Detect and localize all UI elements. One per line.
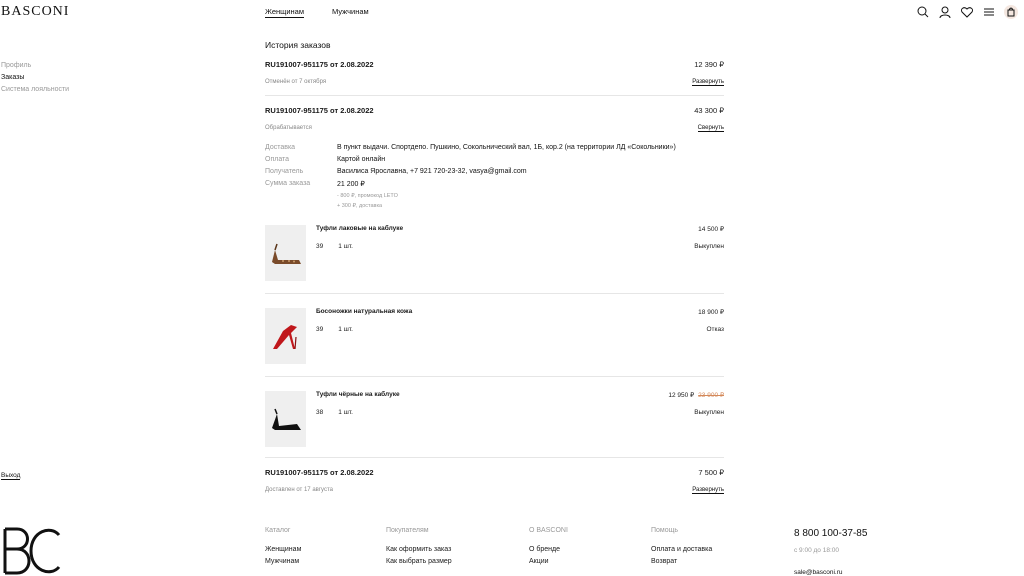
item-state: Выкуплен (694, 243, 724, 250)
item-qty: 1 шт. (338, 326, 353, 333)
brand-monogram-icon (1, 527, 63, 576)
nav-women[interactable]: Женщинам (265, 7, 304, 18)
item-qty: 1 шт. (338, 409, 353, 416)
footer-heading: Помощь (651, 527, 679, 534)
item-size: 38 (316, 409, 324, 416)
delivery-value: В пункт выдачи. Спортдепо. Пушкино, Соко… (337, 144, 676, 151)
order-status: Обрабатывается (265, 125, 312, 131)
sidebar: Профиль Заказы Система лояльности (1, 62, 69, 98)
promo-note: - 800 ₽, промокод LETO (337, 193, 398, 199)
item-state: Отказ (706, 326, 724, 333)
item-name[interactable]: Босоножки натуральная кожа (316, 308, 412, 316)
footer-link[interactable]: Мужчинам (265, 558, 301, 565)
expand-button[interactable]: Развернуть (692, 79, 724, 86)
item-price: 12 950 ₽ (668, 392, 695, 399)
divider (265, 376, 724, 377)
page-title: История заказов (265, 40, 331, 50)
divider (265, 457, 724, 458)
orders-section: История заказов RU191007-951175 от 2.08.… (265, 40, 724, 494)
menu-icon[interactable] (982, 5, 996, 19)
item-qty: 1 шт. (338, 243, 353, 250)
sum-value: 21 200 ₽ (337, 181, 365, 188)
footer-heading: О BASCONI (529, 527, 568, 534)
order-status: Доставлен от 17 августа (265, 487, 333, 493)
order-total: 43 300 ₽ (694, 106, 724, 115)
order-total: 7 500 ₽ (698, 468, 724, 477)
user-icon[interactable] (938, 5, 952, 19)
heart-icon[interactable] (960, 5, 974, 19)
delivery-note: + 300 ₽, доставка (337, 203, 383, 209)
item-size: 39 (316, 326, 324, 333)
order-item: Туфли чёрные на каблуке 12 950 ₽23 900 ₽… (265, 391, 724, 447)
footer-link[interactable]: Как выбрать размер (386, 558, 452, 565)
item-state: Выкуплен (694, 409, 724, 416)
sidebar-item-orders[interactable]: Заказы (1, 74, 69, 81)
order-number: RU191007-951175 от 2.08.2022 (265, 60, 374, 69)
sidebar-item-loyalty[interactable]: Система лояльности (1, 86, 69, 93)
recipient-value: Василиса Ярославна, +7 921 720-23-32, va… (337, 168, 527, 175)
recipient-label: Получатель (265, 168, 304, 175)
expand-button[interactable]: Развернуть (692, 487, 724, 494)
footer-email[interactable]: sale@basconi.ru (794, 569, 843, 576)
footer-heading: Каталог (265, 527, 291, 534)
footer-heading: Покупателям (386, 527, 429, 534)
order-total: 12 390 ₽ (694, 60, 724, 69)
footer: Каталог Женщинам Мужчинам Покупателям Ка… (0, 527, 1024, 576)
footer-hours: с 9:00 до 18:00 (794, 547, 839, 554)
footer-link[interactable]: О бренде (529, 546, 568, 553)
order-card: RU191007-951175 от 2.08.2022 7 500 ₽ Дос… (265, 468, 724, 494)
order-item: Туфли лаковые на каблуке 14 500 ₽ 39 1 шт… (265, 225, 724, 281)
footer-link[interactable]: Женщинам (265, 546, 301, 553)
footer-link[interactable]: Оплата и доставка (651, 546, 712, 553)
nav-men[interactable]: Мужчинам (332, 7, 369, 16)
order-card: RU191007-951175 от 2.08.2022 43 300 ₽ Об… (265, 106, 724, 447)
product-image[interactable] (265, 391, 306, 447)
delivery-label: Доставка (265, 144, 296, 151)
item-size: 39 (316, 243, 324, 250)
footer-col-buyers: Покупателям Как оформить заказ Как выбра… (386, 527, 452, 570)
order-status: Отменён от 7 октября (265, 79, 327, 85)
divider (265, 293, 724, 294)
header-icons (916, 5, 1018, 19)
footer-col-help: Помощь Оплата и доставка Возврат (651, 527, 712, 570)
order-item: Босоножки натуральная кожа 18 900 ₽ 39 1 … (265, 308, 724, 364)
collapse-button[interactable]: Свернуть (697, 125, 724, 132)
divider (265, 95, 724, 96)
payment-value: Картой онлайн (337, 156, 386, 163)
item-name[interactable]: Туфли чёрные на каблуке (316, 391, 400, 399)
search-icon[interactable] (916, 5, 930, 19)
bag-icon[interactable] (1004, 5, 1018, 19)
logout-link[interactable]: Выход (1, 472, 21, 480)
footer-link[interactable]: Акции (529, 558, 568, 565)
footer-link[interactable]: Возврат (651, 558, 712, 565)
item-price: 18 900 ₽ (698, 309, 724, 316)
order-number: RU191007-951175 от 2.08.2022 (265, 468, 374, 477)
item-old-price: 23 900 ₽ (698, 392, 724, 399)
sidebar-item-profile[interactable]: Профиль (1, 62, 69, 69)
order-card: RU191007-951175 от 2.08.2022 12 390 ₽ От… (265, 60, 724, 86)
logo[interactable]: BASCONI (1, 4, 69, 20)
item-price: 14 500 ₽ (698, 226, 724, 233)
product-image[interactable] (265, 225, 306, 281)
product-image[interactable] (265, 308, 306, 364)
sum-label: Сумма заказа (265, 180, 311, 187)
item-name[interactable]: Туфли лаковые на каблуке (316, 225, 403, 233)
order-number: RU191007-951175 от 2.08.2022 (265, 106, 374, 115)
payment-label: Оплата (265, 156, 290, 163)
footer-phone[interactable]: 8 800 100-37-85 (794, 528, 867, 539)
footer-col-about: О BASCONI О бренде Акции (529, 527, 568, 570)
footer-link[interactable]: Как оформить заказ (386, 546, 452, 553)
order-details: Доставка В пункт выдачи. Спортдепо. Пушк… (265, 144, 724, 211)
footer-col-catalog: Каталог Женщинам Мужчинам (265, 527, 301, 570)
